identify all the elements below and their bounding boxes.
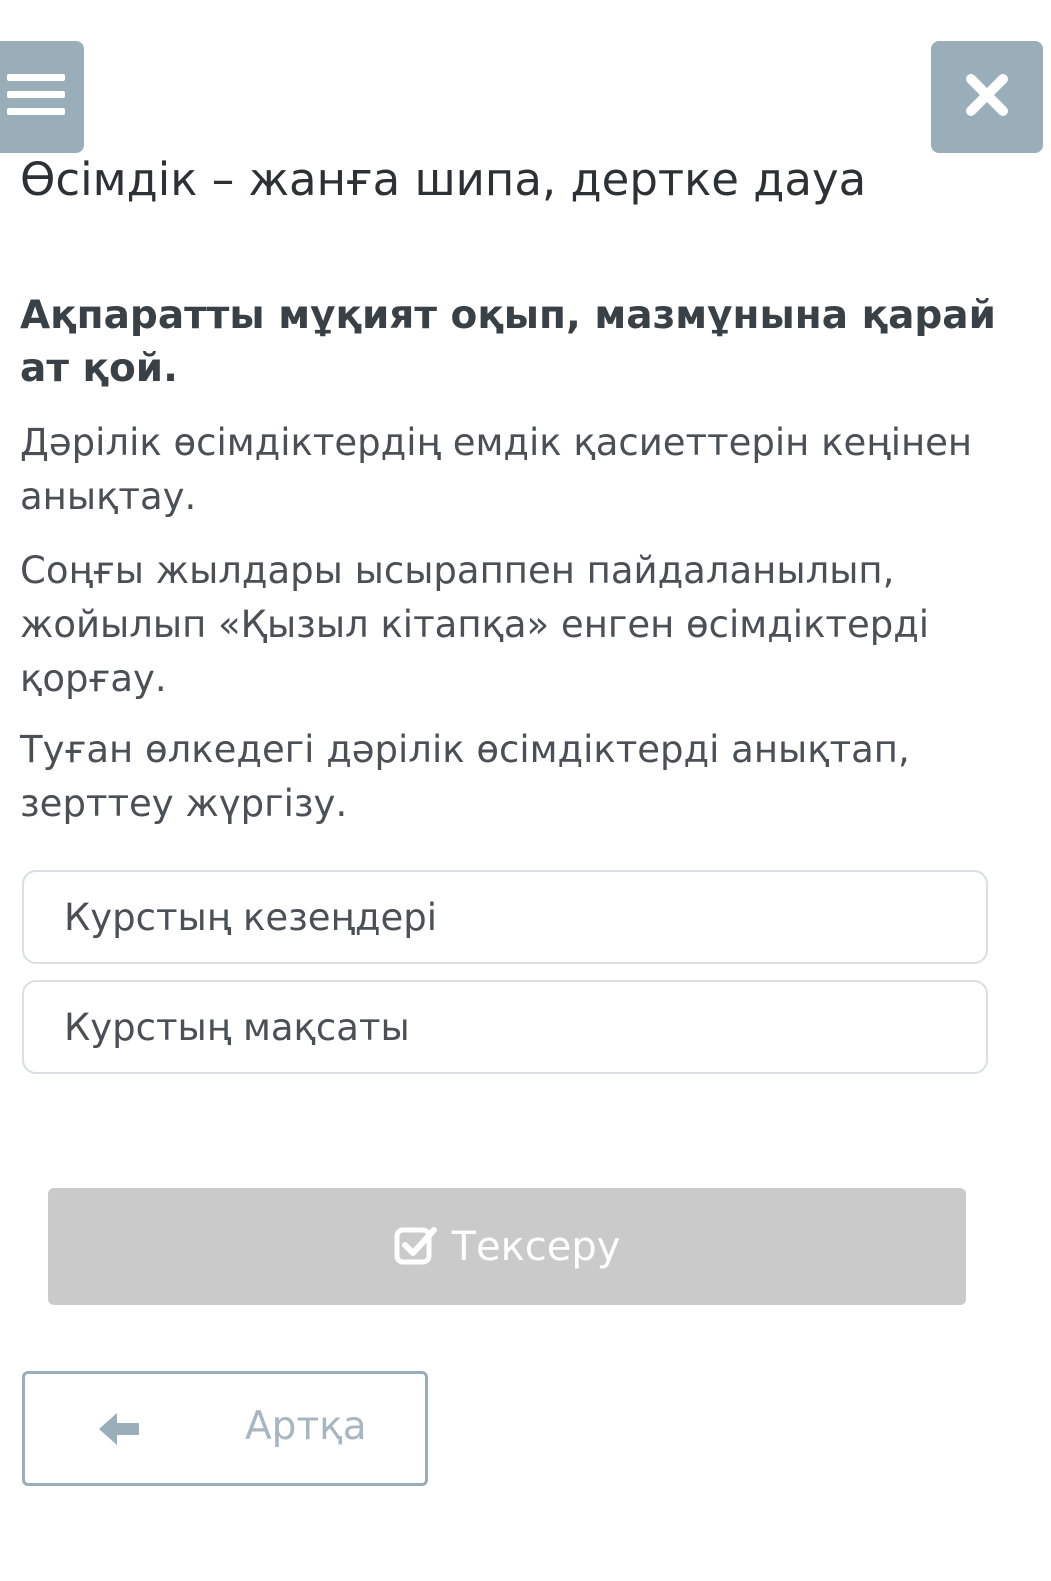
info-paragraph: Туған өлкедегі дәрілік өсімдіктерді анық… (20, 728, 910, 825)
close-button[interactable] (931, 41, 1043, 153)
task-instruction: Ақпаратты мұқият оқып, мазмұнына қарай а… (20, 293, 996, 391)
answer-option-label: Курстың мақсаты (64, 1005, 410, 1049)
hamburger-menu-icon (7, 72, 65, 122)
answer-option-label: Курстың кезеңдері (64, 895, 438, 939)
answer-option[interactable]: Курстың мақсаты (22, 980, 988, 1074)
close-icon (965, 73, 1009, 121)
arrow-left-icon (97, 1410, 141, 1452)
check-button[interactable]: Тексеру (48, 1188, 966, 1305)
page-title: Өсімдік – жанға шипа, дертке дауа (20, 153, 867, 206)
answer-option[interactable]: Курстың кезеңдері (22, 870, 988, 964)
menu-button[interactable] (0, 41, 84, 153)
check-button-label: Тексеру (451, 1223, 621, 1270)
info-paragraph: Дәрілік өсімдіктердің емдік қасиеттерін … (20, 421, 973, 518)
checkbox-check-icon (394, 1225, 438, 1269)
back-button[interactable]: Артқа (22, 1371, 428, 1486)
back-button-label: Артқа (245, 1404, 367, 1449)
info-paragraph: Соңғы жылдары ысыраппен пайдаланылып, жо… (20, 549, 930, 700)
